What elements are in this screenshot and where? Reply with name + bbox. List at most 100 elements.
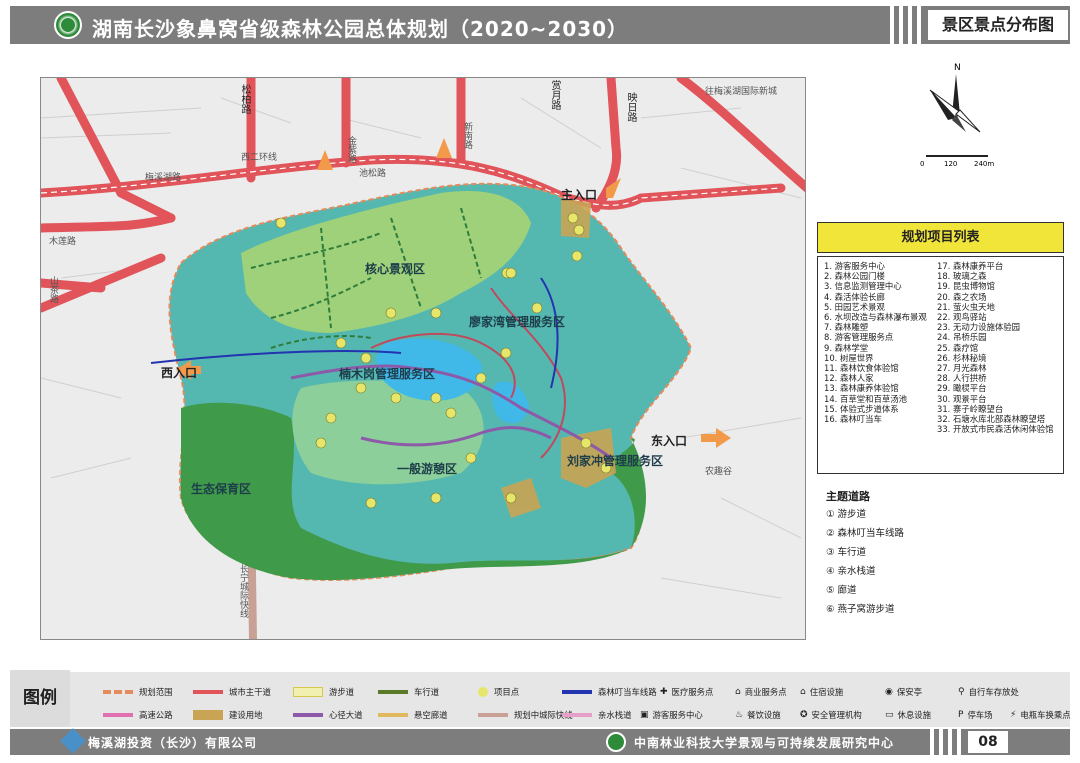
legend-item-label: 建设用地 xyxy=(229,710,263,720)
legend-item-label: 保安亭 xyxy=(896,687,922,697)
legend-item: 游步道 xyxy=(293,686,354,698)
legend-item-label: 停车场 xyxy=(967,710,993,720)
road-label-xinnan: 新南路 xyxy=(462,122,472,149)
project-list-item: 10. 树屋世界 xyxy=(824,352,874,363)
legend-item: 项目点 xyxy=(478,686,519,698)
legend-item: 悬空廊道 xyxy=(378,709,448,721)
road-label-xierhuan: 西二环线 xyxy=(241,153,278,163)
company-logo-icon xyxy=(60,728,86,754)
project-list-item: 26. 杉林秘境 xyxy=(937,352,987,363)
project-list-item: 14. 百草堂和百草汤池 xyxy=(824,393,907,404)
theme-road-item: ⑥ 燕子窝游步道 xyxy=(826,604,895,615)
institute-logo-icon xyxy=(606,732,626,752)
project-list-item: 15. 体验式步道体系 xyxy=(824,403,899,414)
page-title: 湖南长沙象鼻窝省级森林公园总体规划（2020~2030） xyxy=(92,17,629,41)
theme-road-item: ② 森林叮当车线路 xyxy=(826,528,905,539)
legend-item: ▭ 休息设施 xyxy=(885,709,931,721)
safety-icon: ✪ xyxy=(800,710,808,720)
road-label-jinzi: 金紫路 xyxy=(346,136,356,163)
medical-icon: ✚ xyxy=(660,687,668,697)
legend-item-label: 商业服务点 xyxy=(744,687,787,697)
bicycle-icon: ⚲ xyxy=(958,687,965,697)
header-bar: 湖南长沙象鼻窝省级森林公园总体规划（2020~2030） 景区景点分布图 xyxy=(10,6,1070,44)
theme-road-item: ④ 亲水栈道 xyxy=(826,566,876,577)
project-list-item: 8. 游客管理服务点 xyxy=(824,332,894,343)
theme-road-item: ③ 车行道 xyxy=(826,547,867,558)
shop-icon: ⌂ xyxy=(735,687,741,697)
project-list-item: 3. 信息监测管理中心 xyxy=(824,281,902,292)
project-list-item: 2. 森林公园门楼 xyxy=(824,271,885,282)
park-map[interactable]: 核心景观区 廖家湾管理服务区 楠木岗管理服务区 一般游憩区 刘家冲管理服务区 生… xyxy=(40,77,806,640)
place-label-meixihu-city: 往梅溪湖国际新城 xyxy=(705,87,778,97)
project-list-item: 27. 月光森林 xyxy=(937,363,987,374)
zone-label-liaojiawan: 廖家湾管理服务区 xyxy=(469,315,566,329)
legend-item: ✚ 医疗服务点 xyxy=(660,686,713,698)
road-label-meixihu: 梅溪湖路 xyxy=(145,173,182,183)
legend-swatch-line xyxy=(103,713,133,717)
legend-swatch-point xyxy=(478,687,488,697)
rail-label-changning: 长宁城际快线 xyxy=(238,564,248,618)
legend-item-label: 餐饮设施 xyxy=(747,710,781,720)
legend-item: 规划中城际快线 xyxy=(478,709,573,721)
project-list-item: 6. 水坝改造与森林瀑布景观 xyxy=(824,312,927,323)
legend-item: 森林叮当车线路 xyxy=(562,686,657,698)
legend-swatch-area xyxy=(293,687,323,697)
legend-item-label: 规划范围 xyxy=(139,687,173,697)
company-name: 梅溪湖投资（长沙）有限公司 xyxy=(88,736,258,750)
project-list-item: 29. 瞰棂平台 xyxy=(937,383,987,394)
page-number: 08 xyxy=(968,731,1008,753)
project-list-item: 1. 游客服务中心 xyxy=(824,261,885,271)
project-list-item: 21. 萤火虫天地 xyxy=(937,301,995,312)
project-list-item: 25. 森疗馆 xyxy=(937,342,979,353)
legend-swatch-boundary xyxy=(103,690,133,694)
zone-label-general: 一般游憩区 xyxy=(397,462,458,476)
park-logo-icon xyxy=(54,11,82,39)
theme-road-item: ⑤ 廊道 xyxy=(826,585,857,596)
legend-item-label: 心径大道 xyxy=(329,710,363,720)
legend-title: 图例 xyxy=(10,670,70,727)
project-list-item: 9. 森林学堂 xyxy=(824,342,869,353)
legend-item: ✪ 安全管理机构 xyxy=(800,709,862,721)
legend-item-label: 项目点 xyxy=(494,687,520,697)
legend-item: 亲水栈道 xyxy=(562,709,632,721)
project-list-item: 33. 开放式市民森活休闲体验馆 xyxy=(937,424,1054,435)
rest-icon: ▭ xyxy=(885,710,894,720)
legend-swatch-line xyxy=(378,690,408,694)
road-label-shangyue: 赏月路 xyxy=(549,80,560,110)
legend-swatch-line xyxy=(478,713,508,717)
legend-swatch-line xyxy=(378,713,408,717)
project-list-left-column: 1. 游客服务中心 2. 森林公园门楼 3. 信息监测管理中心 4. 森活体验长廊 5.… xyxy=(824,261,927,424)
project-list-item: 30. 观景平台 xyxy=(937,393,987,404)
legend-item: 城市主干道 xyxy=(193,686,271,698)
legend-item-label: 森林叮当车线路 xyxy=(598,687,657,697)
legend-swatch-area xyxy=(193,710,223,720)
map-subtitle: 景区景点分布图 xyxy=(928,10,1068,40)
institute-name: 中南林业科技大学景观与可持续发展研究中心 xyxy=(634,736,895,750)
project-list-item: 24. 吊桥乐园 xyxy=(937,332,987,343)
theme-roads-title: 主题道路 xyxy=(826,490,870,503)
project-list-item: 18. 玻璃之森 xyxy=(937,271,987,282)
legend-item-label: 高速公路 xyxy=(139,710,173,720)
dining-icon: ♨ xyxy=(735,710,744,720)
project-list-item: 5. 田园艺术景观 xyxy=(824,301,885,312)
legend-item-label: 亲水栈道 xyxy=(598,710,632,720)
theme-roads-list: ① 游步道 ② 森林叮当车线路 ③ 车行道 ④ 亲水栈道 ⑤ 廊道 ⑥ 燕子窝游步道 xyxy=(826,505,904,619)
legend-item: 建设用地 xyxy=(193,709,263,721)
project-list-item: 12. 森林人家 xyxy=(824,373,874,384)
project-list-item: 22. 观鸟驿站 xyxy=(937,312,987,323)
road-label-chisong: 池松路 xyxy=(359,169,387,179)
legend-item-label: 车行道 xyxy=(414,687,440,697)
footer-stripes xyxy=(930,729,966,755)
theme-road-item: ① 游步道 xyxy=(826,509,867,520)
zone-label-liujiachong: 刘家冲管理服务区 xyxy=(567,454,664,468)
project-list-title: 规划项目列表 xyxy=(817,222,1064,253)
legend-item-label: 休息设施 xyxy=(897,710,932,720)
legend-item: 车行道 xyxy=(378,686,439,698)
svg-text:0: 0 xyxy=(920,160,924,168)
legend-item-label: 住宿设施 xyxy=(809,687,844,697)
project-list-item: 23. 无动力设施体验园 xyxy=(937,322,1020,333)
legend-swatch-line xyxy=(562,713,592,717)
legend-swatch-line xyxy=(293,713,323,717)
project-list-item: 4. 森活体验长廊 xyxy=(824,291,885,302)
north-arrow-scale: N 0 120 240m xyxy=(920,60,1000,170)
